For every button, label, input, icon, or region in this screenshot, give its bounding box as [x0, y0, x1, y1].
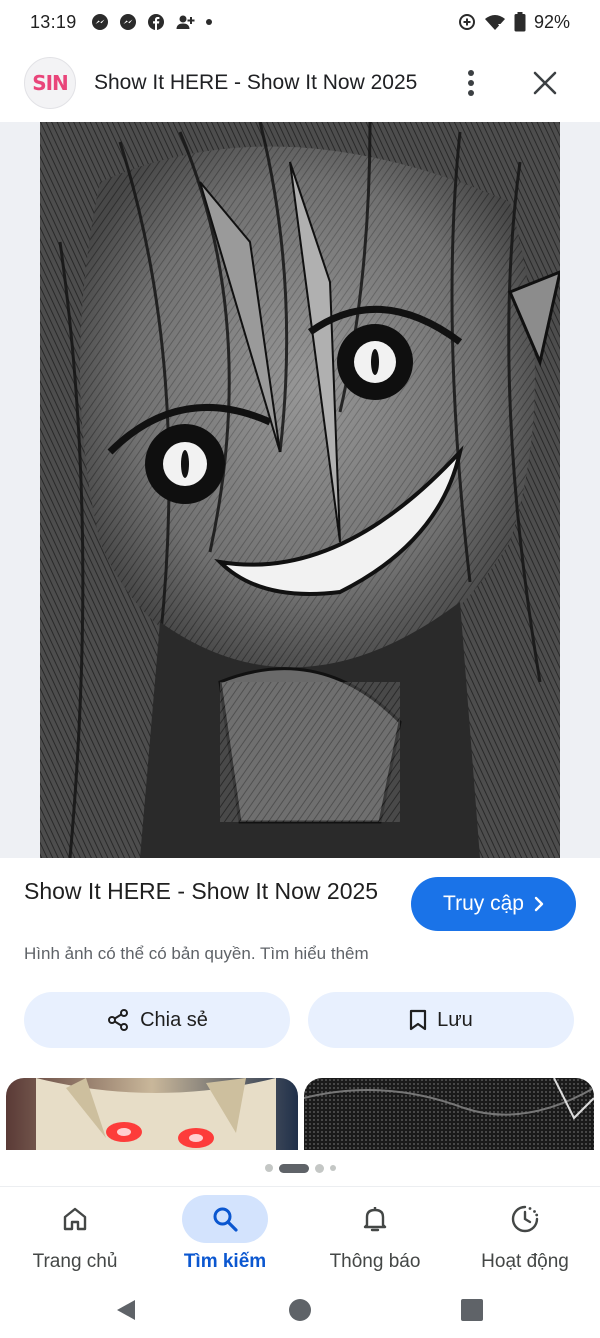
activity-icon [510, 1204, 540, 1234]
header-title[interactable]: Show It HERE - Show It Now 2025 [94, 71, 417, 95]
share-button[interactable]: Chia sẻ [24, 992, 290, 1048]
eye-right [337, 324, 413, 400]
related-image-thumbnail[interactable] [304, 1078, 594, 1150]
bell-icon [362, 1205, 388, 1233]
messenger-icon [91, 13, 109, 31]
viewer-header: SIN Show It HERE - Show It Now 2025 [0, 44, 600, 122]
home-icon [61, 1205, 89, 1233]
nav-search-pill [182, 1195, 268, 1243]
more-vert-icon [467, 69, 475, 97]
visit-label: Truy cập [443, 892, 524, 915]
messenger-icon [119, 13, 137, 31]
result-title[interactable]: Show It HERE - Show It Now 2025 [24, 876, 384, 907]
nav-activity-pill [482, 1195, 568, 1243]
back-button[interactable] [108, 1292, 144, 1328]
copyright-text: Hình ảnh có thể có bản quyền. [24, 944, 256, 963]
recents-square-icon [460, 1298, 484, 1322]
share-label: Chia sẻ [140, 1008, 208, 1031]
nav-activity-label: Hoạt động [481, 1251, 569, 1272]
status-bar: 13:19 92% [0, 0, 600, 44]
battery-percent: 92% [533, 11, 570, 32]
bottom-navigation: Trang chủ Tìm kiếm Thông báo Hoạt động [0, 1186, 600, 1282]
nav-notifications-pill [332, 1195, 418, 1243]
nav-search[interactable]: Tìm kiếm [150, 1187, 300, 1283]
wifi-icon [484, 13, 506, 31]
pager-dot [264, 1164, 273, 1172]
nav-activity[interactable]: Hoạt động [450, 1187, 600, 1283]
nav-notifications-label: Thông báo [329, 1251, 421, 1272]
status-left: 13:19 [30, 12, 213, 33]
save-label: Lưu [437, 1008, 473, 1031]
chevron-right-icon [534, 896, 544, 912]
pager-dot-active [278, 1163, 309, 1173]
close-icon [533, 71, 557, 95]
site-logo-text: SIN [32, 71, 69, 95]
search-icon [211, 1205, 239, 1233]
result-info: Show It HERE - Show It Now 2025 Truy cập… [0, 858, 600, 1078]
site-logo[interactable]: SIN [24, 57, 76, 109]
nav-notifications[interactable]: Thông báo [300, 1187, 450, 1283]
eye-left [145, 424, 225, 504]
close-button[interactable] [528, 66, 562, 100]
person-add-icon [175, 13, 195, 31]
facebook-icon [147, 13, 165, 31]
recents-button[interactable] [454, 1292, 490, 1328]
system-navigation-bar [0, 1282, 600, 1338]
dark-manga-thumbnail [304, 1078, 594, 1150]
manga-illustration [40, 122, 560, 858]
image-viewer [0, 122, 600, 958]
nav-home[interactable]: Trang chủ [0, 1187, 150, 1283]
share-icon [106, 1008, 130, 1032]
bookmark-icon [409, 1009, 427, 1031]
dot-icon [205, 18, 213, 26]
pager-dot [329, 1165, 336, 1171]
related-image-thumbnail[interactable] [6, 1078, 298, 1150]
copyright-notice: Hình ảnh có thể có bản quyền. Tìm hiểu t… [24, 944, 369, 964]
learn-more-link[interactable]: Tìm hiểu thêm [260, 944, 369, 963]
status-right: 92% [458, 12, 570, 33]
nav-search-label: Tìm kiếm [183, 1251, 267, 1272]
pager-dot [314, 1163, 324, 1173]
home-circle-icon [288, 1298, 312, 1322]
back-triangle-icon [115, 1298, 137, 1322]
nav-home-label: Trang chủ [32, 1251, 118, 1272]
save-button[interactable]: Lưu [308, 992, 574, 1048]
visit-button[interactable]: Truy cập [411, 877, 576, 931]
preview-image[interactable] [40, 122, 560, 858]
more-options-button[interactable] [456, 66, 486, 100]
carousel-pager [0, 1160, 600, 1176]
battery-icon [514, 12, 526, 32]
related-images [0, 1078, 600, 1150]
status-time: 13:19 [30, 11, 77, 32]
data-saver-icon [458, 13, 476, 31]
home-system-button[interactable] [282, 1292, 318, 1328]
anime-red-eyes-thumbnail [6, 1078, 298, 1150]
nav-home-pill [32, 1195, 118, 1243]
